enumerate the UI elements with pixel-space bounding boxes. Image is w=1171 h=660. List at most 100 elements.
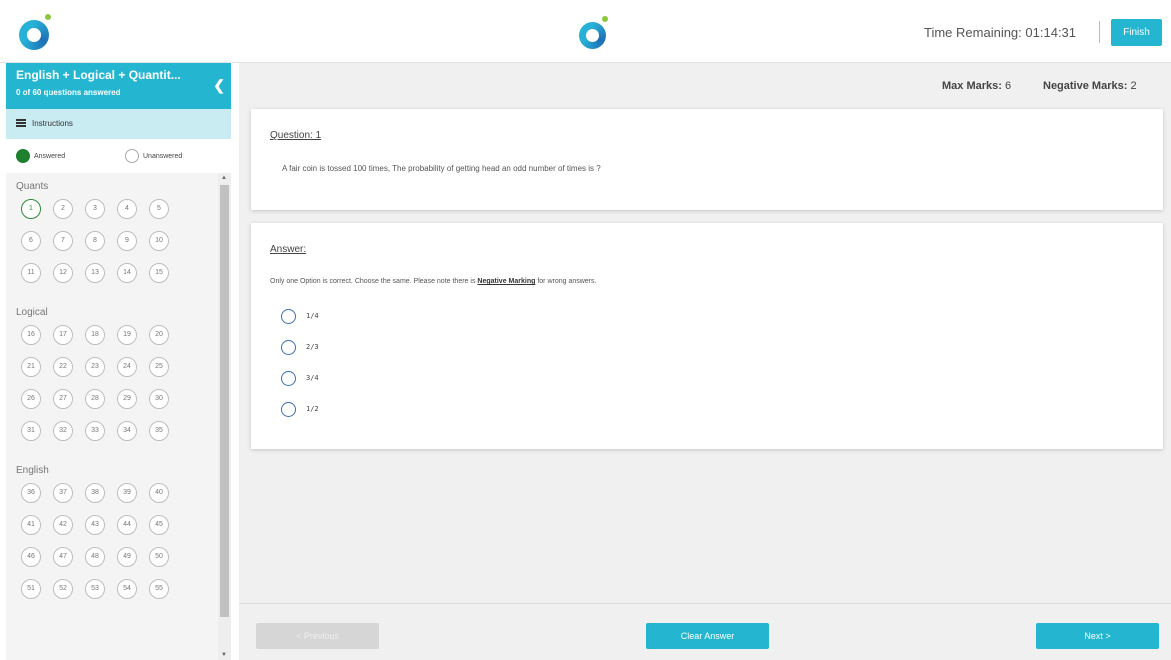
question-bubble[interactable]: 9	[117, 231, 137, 251]
question-bubble[interactable]: 46	[21, 547, 41, 567]
question-bubble[interactable]: 8	[85, 231, 105, 251]
previous-button[interactable]: < Previous	[256, 623, 379, 649]
question-bubble[interactable]: 3	[85, 199, 105, 219]
question-bubble[interactable]: 31	[21, 421, 41, 441]
instruction-suffix: for wrong answers.	[537, 278, 597, 285]
question-bubble[interactable]: 17	[53, 325, 73, 345]
negative-marking-emphasis: Negative Marking	[477, 278, 536, 285]
question-card: Question: 1 A fair coin is tossed 100 ti…	[251, 109, 1163, 210]
question-bubble[interactable]: 10	[149, 231, 169, 251]
scroll-down-icon[interactable]: ▼	[221, 652, 227, 658]
question-bubble[interactable]: 35	[149, 421, 169, 441]
question-bubble[interactable]: 24	[117, 357, 137, 377]
time-remaining: Time Remaining: 01:14:31	[924, 25, 1076, 40]
instructions-label: Instructions	[32, 119, 73, 128]
question-bubble[interactable]: 47	[53, 547, 73, 567]
question-bubble[interactable]: 1	[21, 199, 41, 219]
radio-button[interactable]	[281, 371, 296, 386]
question-bubble[interactable]: 12	[53, 263, 73, 283]
max-marks-label: Max Marks:	[942, 80, 1002, 92]
question-bubble[interactable]: 54	[117, 579, 137, 599]
question-bubble[interactable]: 19	[117, 325, 137, 345]
question-group-label: Logical	[16, 307, 48, 318]
radio-button[interactable]	[281, 340, 296, 355]
header-divider	[1099, 21, 1100, 43]
negative-marks-label: Negative Marks:	[1043, 80, 1128, 92]
top-header: Time Remaining: 01:14:31 Finish	[0, 0, 1171, 63]
question-bubble[interactable]: 5	[149, 199, 169, 219]
question-bubble[interactable]: 7	[53, 231, 73, 251]
question-bubble[interactable]: 21	[21, 357, 41, 377]
instructions-link[interactable]: Instructions	[6, 109, 231, 139]
question-bubble[interactable]: 48	[85, 547, 105, 567]
unanswered-legend-label: Unanswered	[143, 153, 183, 160]
answered-indicator-icon	[16, 149, 30, 163]
question-text: A fair coin is tossed 100 times, The pro…	[282, 164, 601, 173]
question-bubble[interactable]: 29	[117, 389, 137, 409]
scrollbar-thumb[interactable]	[220, 185, 229, 617]
answer-card: Answer: Only one Option is correct. Choo…	[251, 223, 1163, 449]
section-header[interactable]: English + Logical + Quantit... 0 of 60 q…	[6, 63, 231, 109]
question-bubble[interactable]: 4	[117, 199, 137, 219]
question-bubble[interactable]: 23	[85, 357, 105, 377]
question-bubble[interactable]: 33	[85, 421, 105, 441]
radio-button[interactable]	[281, 309, 296, 324]
question-bubble[interactable]: 13	[85, 263, 105, 283]
negative-marks-value: 2	[1130, 80, 1137, 92]
status-legend: Answered Unanswered	[6, 139, 231, 173]
answer-title: Answer:	[270, 244, 307, 255]
max-marks-value: 6	[1004, 80, 1012, 92]
question-bubble[interactable]: 28	[85, 389, 105, 409]
question-bubble[interactable]: 2	[53, 199, 73, 219]
question-bubble[interactable]: 34	[117, 421, 137, 441]
question-bubble[interactable]: 38	[85, 483, 105, 503]
question-bubble[interactable]: 55	[149, 579, 169, 599]
next-button[interactable]: Next >	[1036, 623, 1159, 649]
finish-button[interactable]: Finish	[1111, 19, 1162, 46]
question-bubble[interactable]: 11	[21, 263, 41, 283]
max-marks: Max Marks: 6	[942, 80, 1011, 92]
question-bubble[interactable]: 53	[85, 579, 105, 599]
brand-logo	[19, 14, 51, 50]
question-bubble[interactable]: 30	[149, 389, 169, 409]
question-bubble[interactable]: 6	[21, 231, 41, 251]
question-bubble[interactable]: 41	[21, 515, 41, 535]
scroll-up-icon[interactable]: ▲	[221, 175, 227, 181]
question-bubble[interactable]: 32	[53, 421, 73, 441]
navigation-footer: < Previous Clear Answer Next >	[239, 603, 1171, 660]
question-bubble[interactable]: 42	[53, 515, 73, 535]
radio-button[interactable]	[281, 402, 296, 417]
question-bubble[interactable]: 45	[149, 515, 169, 535]
question-bubble[interactable]: 36	[21, 483, 41, 503]
question-bubble[interactable]: 44	[117, 515, 137, 535]
question-bubble[interactable]: 16	[21, 325, 41, 345]
question-bubble[interactable]: 43	[85, 515, 105, 535]
question-bubble[interactable]: 52	[53, 579, 73, 599]
question-bubble[interactable]: 14	[117, 263, 137, 283]
question-title: Question: 1	[270, 130, 322, 141]
option-label: 3/4	[306, 374, 319, 382]
question-bubble[interactable]: 15	[149, 263, 169, 283]
main-content: Max Marks: 6 Negative Marks: 2 Question:…	[239, 63, 1171, 660]
question-bubble[interactable]: 37	[53, 483, 73, 503]
chevron-left-icon[interactable]: ❮	[213, 77, 225, 94]
question-bubble[interactable]: 18	[85, 325, 105, 345]
question-bubble[interactable]: 50	[149, 547, 169, 567]
question-bubble[interactable]: 49	[117, 547, 137, 567]
question-bubble[interactable]: 27	[53, 389, 73, 409]
question-palette-sidebar: English + Logical + Quantit... 0 of 60 q…	[6, 63, 231, 660]
question-group-label: English	[16, 465, 49, 476]
question-bubble[interactable]: 25	[149, 357, 169, 377]
question-bubble[interactable]: 20	[149, 325, 169, 345]
question-bubble[interactable]: 40	[149, 483, 169, 503]
question-bubble[interactable]: 22	[53, 357, 73, 377]
clear-answer-button[interactable]: Clear Answer	[646, 623, 769, 649]
instruction-prefix: Only one Option is correct. Choose the s…	[270, 278, 476, 285]
unanswered-indicator-icon	[125, 149, 139, 163]
option-label: 1/4	[306, 312, 319, 320]
question-bubble[interactable]: 51	[21, 579, 41, 599]
answered-legend-label: Answered	[34, 153, 66, 160]
question-bubble[interactable]: 39	[117, 483, 137, 503]
palette-scrollbar[interactable]: ▲ ▼	[218, 173, 231, 660]
question-bubble[interactable]: 26	[21, 389, 41, 409]
